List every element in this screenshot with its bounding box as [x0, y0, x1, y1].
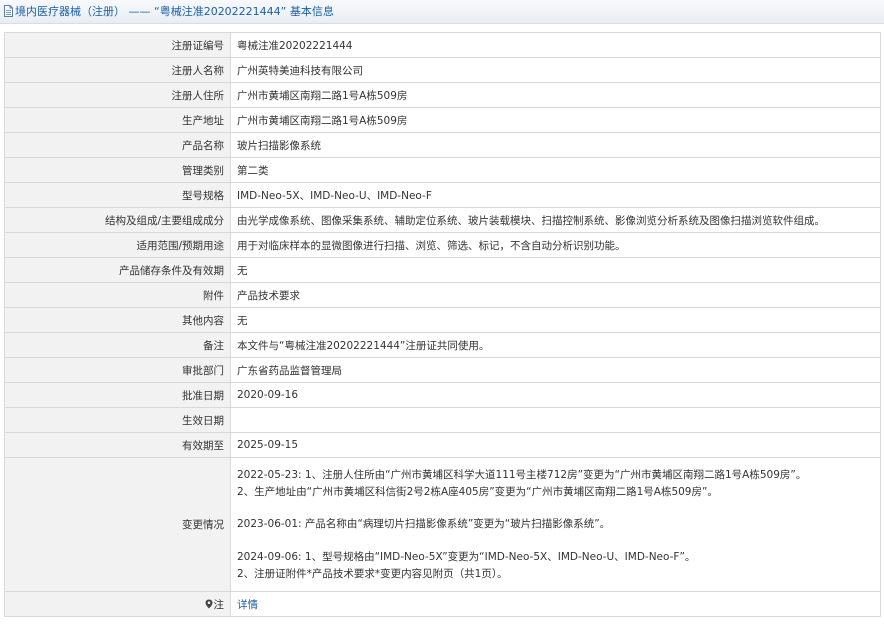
row-value: 用于对临床样本的显微图像进行扫描、浏览、筛选、标记，不含自动分析识别功能。: [230, 232, 881, 258]
table-row: 结构及组成/主要组成成分 由光学成像系统、图像采集系统、辅助定位系统、玻片装载模块…: [4, 207, 881, 233]
row-value: 2025-09-15: [230, 432, 881, 458]
row-label: 产品储存条件及有效期: [4, 257, 231, 283]
details-link[interactable]: 详情: [237, 599, 258, 611]
row-label: 产品名称: [4, 132, 231, 158]
row-value: 广州市黄埔区南翔二路1号A栋509房: [230, 107, 881, 133]
row-label: 注册证编号: [4, 32, 231, 58]
table-row: 注册证编号 粤械注准20202221444: [4, 32, 881, 58]
table-row: 生效日期: [4, 407, 881, 433]
row-label: 结构及组成/主要组成成分: [4, 207, 231, 233]
row-value: 广州英特美迪科技有限公司: [230, 57, 881, 83]
table-row: 管理类别 第二类: [4, 157, 881, 183]
row-value: 产品技术要求: [230, 282, 881, 308]
row-label: 注册人名称: [4, 57, 231, 83]
row-label: 审批部门: [4, 357, 231, 383]
row-value: [230, 407, 881, 433]
row-label: 备注: [4, 332, 231, 358]
table-row: 审批部门 广东省药品监督管理局: [4, 357, 881, 383]
row-label: 变更情况: [4, 457, 231, 592]
row-value: 第二类: [230, 157, 881, 183]
row-label: 批准日期: [4, 382, 231, 408]
row-label: 生产地址: [4, 107, 231, 133]
row-value: 由光学成像系统、图像采集系统、辅助定位系统、玻片装载模块、扫描控制系统、影像浏览…: [230, 207, 881, 233]
table-row: 批准日期 2020-09-16: [4, 382, 881, 408]
row-label: 其他内容: [4, 307, 231, 333]
row-label: 有效期至: [4, 432, 231, 458]
change-gap: [237, 500, 874, 516]
note-label-cell: 注: [4, 591, 231, 617]
change-gap: [237, 533, 874, 549]
table-row: 其他内容无: [4, 307, 881, 333]
registration-info-table: 注册证编号 粤械注准20202221444 注册人名称 广州英特美迪科技有限公司 注册人…: [4, 32, 881, 617]
note-label: 注: [213, 598, 225, 611]
row-value: 广州市黄埔区南翔二路1号A栋509房: [230, 82, 881, 108]
row-label: 注册人住所: [4, 82, 231, 108]
row-label: 附件: [4, 282, 231, 308]
row-value: 广东省药品监督管理局: [230, 357, 881, 383]
row-value: 2020-09-16: [230, 382, 881, 408]
row-value: 无: [230, 257, 881, 283]
page-title: 境内医疗器械（注册） —— “粤械注准20202221444” 基本信息: [15, 5, 334, 18]
table-row: 型号规格 IMD-Neo-5X、IMD-Neo-U、IMD-Neo-F: [4, 182, 881, 208]
row-label: 管理类别: [4, 157, 231, 183]
table-row: 适用范围/预期用途 用于对临床样本的显微图像进行扫描、浏览、筛选、标记，不含自动分…: [4, 232, 881, 258]
page-header: 境内医疗器械（注册） —— “粤械注准20202221444” 基本信息: [0, 0, 884, 24]
table-row: 产品名称 玻片扫描影像系统: [4, 132, 881, 158]
table-row: 附件 产品技术要求: [4, 282, 881, 308]
row-value: 粤械注准20202221444: [230, 32, 881, 58]
row-value: 本文件与“粤械注准20202221444”注册证共同使用。: [230, 332, 881, 358]
table-row: 注册人住所 广州市黄埔区南翔二路1号A栋509房: [4, 82, 881, 108]
change-line: 2024-09-06: 1、型号规格由“IMD-Neo-5X”变更为“IMD-N…: [237, 551, 696, 564]
note-value: 详情: [230, 591, 881, 617]
pin-icon: [205, 599, 212, 608]
row-value: IMD-Neo-5X、IMD-Neo-U、IMD-Neo-F: [230, 182, 881, 208]
table-row: 生产地址 广州市黄埔区南翔二路1号A栋509房: [4, 107, 881, 133]
document-icon: [4, 5, 13, 17]
row-value: 无: [230, 307, 881, 333]
change-line: 2022-05-23: 1、注册人住所由“广州市黄埔区科学大道111号主楼712…: [237, 469, 807, 482]
table-row: 备注 本文件与“粤械注准20202221444”注册证共同使用。: [4, 332, 881, 358]
row-label: 适用范围/预期用途: [4, 232, 231, 258]
table-row: 产品储存条件及有效期无: [4, 257, 881, 283]
row-label: 生效日期: [4, 407, 231, 433]
row-value: 玻片扫描影像系统: [230, 132, 881, 158]
table-row: 有效期至 2025-09-15: [4, 432, 881, 458]
change-line: 2、生产地址由“广州市黄埔区科信街2号2栋A座405房”变更为“广州市黄埔区南翔…: [237, 485, 718, 498]
change-line: 2、注册证附件*产品技术要求*变更内容见附页（共1页）。: [237, 567, 508, 580]
change-history: 2022-05-23: 1、注册人住所由“广州市黄埔区科学大道111号主楼712…: [230, 457, 881, 592]
table-row: 注册人名称 广州英特美迪科技有限公司: [4, 57, 881, 83]
change-line: 2023-06-01: 产品名称由“病理切片扫描影像系统”变更为“玻片扫描影像系…: [237, 518, 611, 531]
table-row-change: 变更情况 2022-05-23: 1、注册人住所由“广州市黄埔区科学大道111号…: [4, 457, 881, 592]
table-row-note: 注 详情: [4, 591, 881, 617]
row-label: 型号规格: [4, 182, 231, 208]
